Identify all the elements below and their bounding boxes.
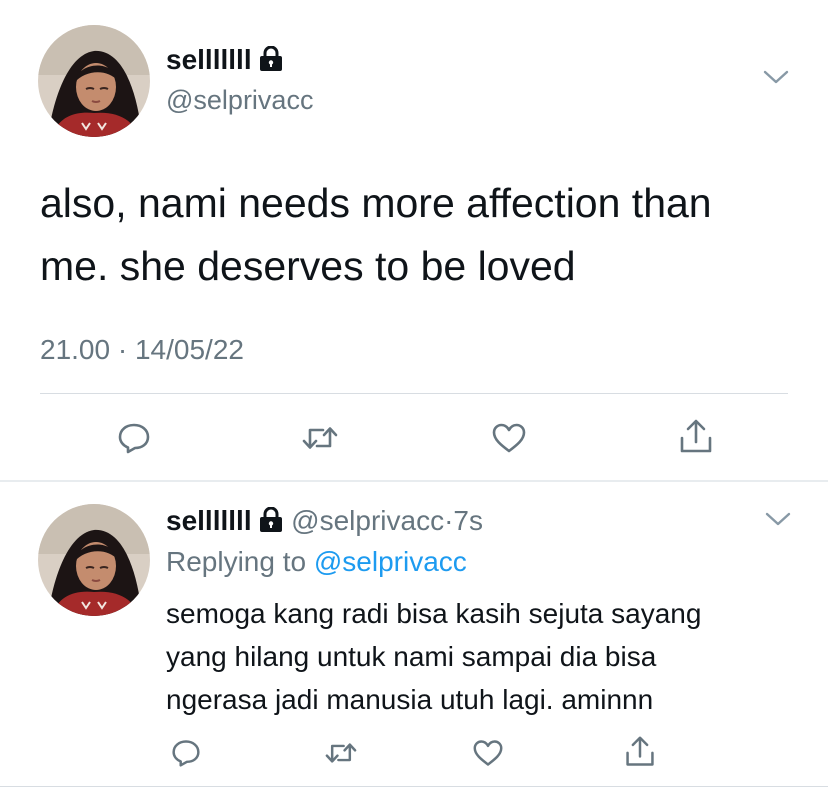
separator-dot: · [117,334,128,365]
tweet-age[interactable]: 7s [453,505,483,536]
retweet-icon [325,743,357,763]
share-button[interactable] [620,731,660,773]
reply-icon [118,423,150,454]
tweet-text-line: me. she deserves to be loved [40,243,576,289]
timestamp[interactable]: 21.00 · 14/05/22 [40,333,244,367]
reply-text: semoga kang radi bisa kasih sejuta sayan… [166,592,701,721]
retweet-button[interactable] [298,416,342,460]
time: 21.00 [40,334,111,365]
lock-icon [259,507,283,533]
reply-button[interactable] [112,416,156,460]
avatar[interactable] [38,25,150,137]
replying-to: Replying to @selprivacc [166,545,467,579]
tweet-text-line: also, nami needs more affection than [40,180,712,226]
retweet-icon [302,427,338,449]
reply-text-line: yang hilang untuk nami sampai dia bisa [166,641,657,672]
chevron-down-icon[interactable] [764,510,792,528]
replying-prefix: Replying to [166,546,307,577]
handle[interactable]: @selprivacc [291,505,444,536]
handle[interactable]: @selprivacc [166,84,313,116]
date: 14/05/22 [134,334,244,365]
display-name-text: selllllll [166,44,252,75]
share-icon [680,419,712,453]
share-icon [626,736,654,766]
like-button[interactable] [468,733,508,773]
tweet-text: also, nami needs more affection than me.… [40,172,712,298]
divider [0,480,828,482]
heart-icon [473,740,503,766]
divider [40,393,788,394]
separator-dot: · [444,505,454,536]
lock-icon [259,46,283,72]
reply-text-line: semoga kang radi bisa kasih sejuta sayan… [166,598,702,629]
reply-icon [172,740,200,767]
divider [0,786,828,787]
avatar[interactable] [38,504,150,616]
replying-handle-link[interactable]: @selprivacc [314,546,467,577]
reply-header: selllllll @selprivacc·7s [166,504,483,538]
retweet-button[interactable] [321,733,361,773]
display-name[interactable]: selllllll [166,44,283,76]
reply-button[interactable] [166,733,206,773]
display-name[interactable]: selllllll [166,505,252,536]
heart-icon [492,423,526,453]
like-button[interactable] [487,416,531,460]
reply-text-line: ngerasa jadi manusia utuh lagi. aminnn [166,684,654,715]
chevron-down-icon[interactable] [762,68,790,86]
share-button[interactable] [674,414,718,460]
